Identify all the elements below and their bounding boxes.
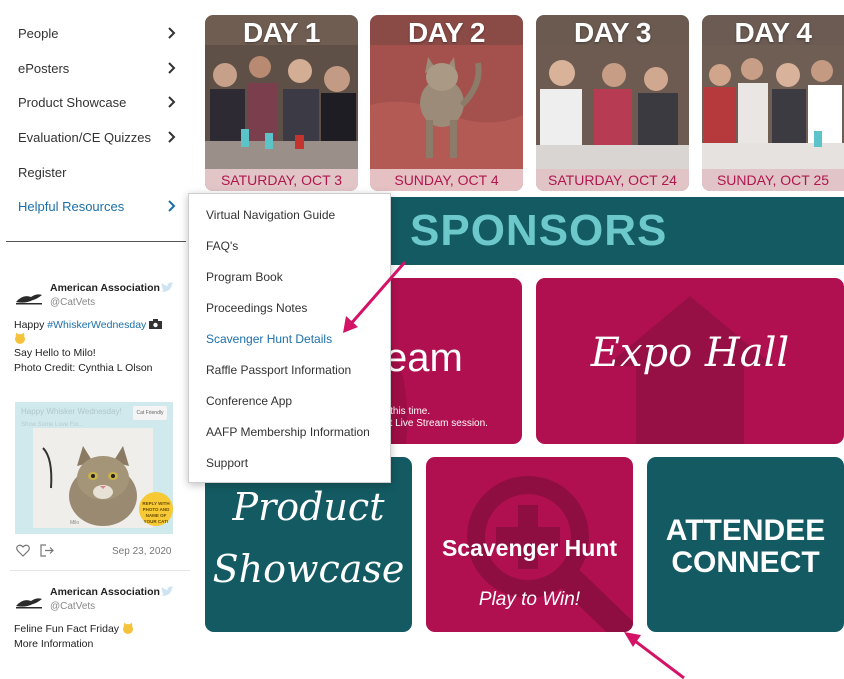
tweet-author-handle[interactable]: @CatVets bbox=[50, 297, 95, 308]
product-showcase-tile[interactable]: Product Showcase bbox=[205, 457, 412, 632]
sidebar-item-label: Product Showcase bbox=[18, 94, 127, 110]
camera-icon bbox=[149, 319, 163, 329]
day-1-photo bbox=[205, 45, 358, 169]
tweet-date[interactable]: Sep 23, 2020 bbox=[112, 546, 172, 557]
heart-icon[interactable] bbox=[16, 544, 30, 557]
menu-item-scavenger-hunt-details[interactable]: Scavenger Hunt Details bbox=[189, 324, 390, 355]
sidebar-item-register[interactable]: Register bbox=[0, 155, 190, 189]
sidebar-item-label: People bbox=[18, 25, 59, 41]
chevron-right-icon bbox=[168, 200, 176, 212]
share-icon[interactable] bbox=[40, 544, 54, 557]
product-showcase-title: Product bbox=[232, 485, 385, 529]
aafp-logo-icon bbox=[16, 598, 42, 609]
day-label: DAY 1 bbox=[243, 17, 320, 48]
sidebar-item-people[interactable]: People bbox=[0, 16, 190, 50]
menu-item-program-book[interactable]: Program Book bbox=[189, 262, 390, 293]
cat-friendly-logo: Cat Friendly bbox=[133, 406, 167, 420]
day-3-tile[interactable]: DAY 3 SATURDAY, OCT 24 bbox=[536, 15, 689, 191]
day-2-tile[interactable]: DAY 2 SUNDAY, OCT 4 bbox=[370, 15, 523, 191]
helpful-resources-dropdown[interactable]: Virtual Navigation Guide FAQ's Program B… bbox=[188, 193, 391, 483]
day-label: DAY 4 bbox=[734, 17, 812, 48]
tweet-divider bbox=[10, 570, 190, 571]
sidebar-item-evaluation-ce-quizzes[interactable]: Evaluation/CE Quizzes bbox=[0, 120, 190, 154]
tweet-text: Happy bbox=[14, 319, 48, 331]
expo-hall-title: Expo Hall bbox=[590, 330, 790, 376]
sidebar-item-label: Helpful Resources bbox=[18, 198, 125, 214]
attendee-connect-tile[interactable]: ATTENDEE CONNECT bbox=[647, 457, 844, 632]
tweet-text-line: More Information bbox=[14, 638, 94, 648]
day-date: SUNDAY, OCT 4 bbox=[370, 169, 523, 191]
tweet-header[interactable]: American Association of Feline Practitio… bbox=[10, 280, 190, 316]
menu-item-raffle-passport-information[interactable]: Raffle Passport Information bbox=[189, 355, 390, 386]
tweet-header[interactable]: American Association of Feline Practitio… bbox=[10, 584, 190, 620]
day-label: DAY 3 bbox=[574, 17, 651, 48]
tweet-text-line: Feline Fun Fact Friday bbox=[14, 622, 134, 637]
day-label: DAY 2 bbox=[408, 17, 485, 48]
tweet-author-name[interactable]: American Association of Feline Practitio… bbox=[50, 282, 166, 294]
tweet-author-name[interactable]: American Association of Feline Practitio… bbox=[50, 586, 166, 598]
tweet-image-subtitle: Show Some Love For... bbox=[21, 422, 84, 428]
tweet-image-title: Happy Whisker Wednesday! bbox=[21, 407, 122, 416]
chevron-right-icon bbox=[168, 131, 176, 143]
menu-item-proceedings-notes[interactable]: Proceedings Notes bbox=[189, 293, 390, 324]
day-date: SATURDAY, OCT 3 bbox=[205, 169, 358, 191]
twitter-feed[interactable]: American Association of Feline Practitio… bbox=[10, 268, 190, 648]
scavenger-hunt-title: Scavenger Hunt bbox=[441, 535, 618, 561]
live-stream-title: eam bbox=[385, 336, 463, 380]
tweet-author-handle[interactable]: @CatVets bbox=[50, 601, 95, 612]
chevron-right-icon bbox=[168, 96, 176, 108]
tweet-text-line: Happy #WhiskerWednesday bbox=[14, 318, 163, 333]
tweet-text-line: Photo Credit: Cynthia L Olson bbox=[14, 362, 153, 374]
twitter-bird-icon bbox=[161, 282, 174, 292]
attendee-connect-title: ATTENDEE bbox=[665, 514, 826, 547]
day-date: SATURDAY, OCT 24 bbox=[536, 169, 689, 191]
sponsors-label: SPONSORS bbox=[410, 206, 668, 255]
menu-item-virtual-navigation-guide[interactable]: Virtual Navigation Guide bbox=[189, 200, 390, 231]
sidebar-item-label: Evaluation/CE Quizzes bbox=[18, 129, 151, 145]
tweet-actions: Sep 23, 2020 bbox=[16, 544, 176, 560]
tweet-image[interactable]: Happy Whisker Wednesday! Cat Friendly Sh… bbox=[15, 402, 173, 534]
tweet-image-badge: REPLY WITH PHOTO AND NAME OF YOUR CAT! bbox=[139, 492, 173, 526]
scavenger-hunt-subtitle: Play to Win! bbox=[478, 589, 581, 610]
twitter-bird-icon bbox=[161, 586, 174, 596]
sidebar-divider bbox=[6, 241, 186, 242]
sidebar: People ePosters Product Showcase Evaluat… bbox=[0, 0, 190, 679]
sidebar-item-product-showcase[interactable]: Product Showcase bbox=[0, 85, 190, 119]
chevron-right-icon bbox=[168, 62, 176, 74]
day-2-photo bbox=[370, 45, 523, 169]
attendee-connect-title: CONNECT bbox=[671, 546, 820, 579]
hashtag-link[interactable]: #WhiskerWednesday bbox=[47, 319, 146, 331]
sidebar-item-label: ePosters bbox=[18, 60, 70, 76]
day-3-photo bbox=[536, 45, 689, 169]
arrow-to-scavenger-tile bbox=[624, 632, 685, 679]
expo-hall-tile[interactable]: Expo Hall bbox=[536, 278, 844, 444]
chevron-right-icon bbox=[168, 27, 176, 39]
tweet-text: Feline Fun Fact Friday bbox=[14, 623, 120, 635]
tweet-text-line: Say Hello to Milo! bbox=[14, 347, 96, 359]
aafp-logo-icon bbox=[16, 294, 42, 305]
sidebar-item-label: Register bbox=[18, 164, 67, 180]
menu-item-conference-app[interactable]: Conference App bbox=[189, 386, 390, 417]
menu-item-faqs[interactable]: FAQ's bbox=[189, 231, 390, 262]
scavenger-hunt-tile[interactable]: Scavenger Hunt Play to Win! bbox=[426, 457, 633, 632]
tweet-image-caption: Milo bbox=[70, 520, 80, 526]
product-showcase-title: Showcase bbox=[212, 547, 405, 591]
menu-item-support[interactable]: Support bbox=[189, 448, 390, 479]
day-date: SUNDAY, OCT 25 bbox=[702, 169, 844, 191]
day-1-tile[interactable]: DAY 1 SATURDAY, OCT 3 bbox=[205, 15, 358, 191]
cat-photo bbox=[33, 428, 153, 528]
menu-item-aafp-membership-information[interactable]: AAFP Membership Information bbox=[189, 417, 390, 448]
cat-emoji-icon bbox=[122, 622, 133, 634]
sidebar-item-helpful-resources[interactable]: Helpful Resources bbox=[0, 189, 190, 223]
day-4-photo bbox=[702, 45, 844, 169]
sidebar-item-eposters[interactable]: ePosters bbox=[0, 51, 190, 85]
day-4-tile[interactable]: DAY 4 SUNDAY, OCT 25 bbox=[702, 15, 844, 191]
live-stream-note: ext Live Stream session. bbox=[379, 418, 488, 429]
